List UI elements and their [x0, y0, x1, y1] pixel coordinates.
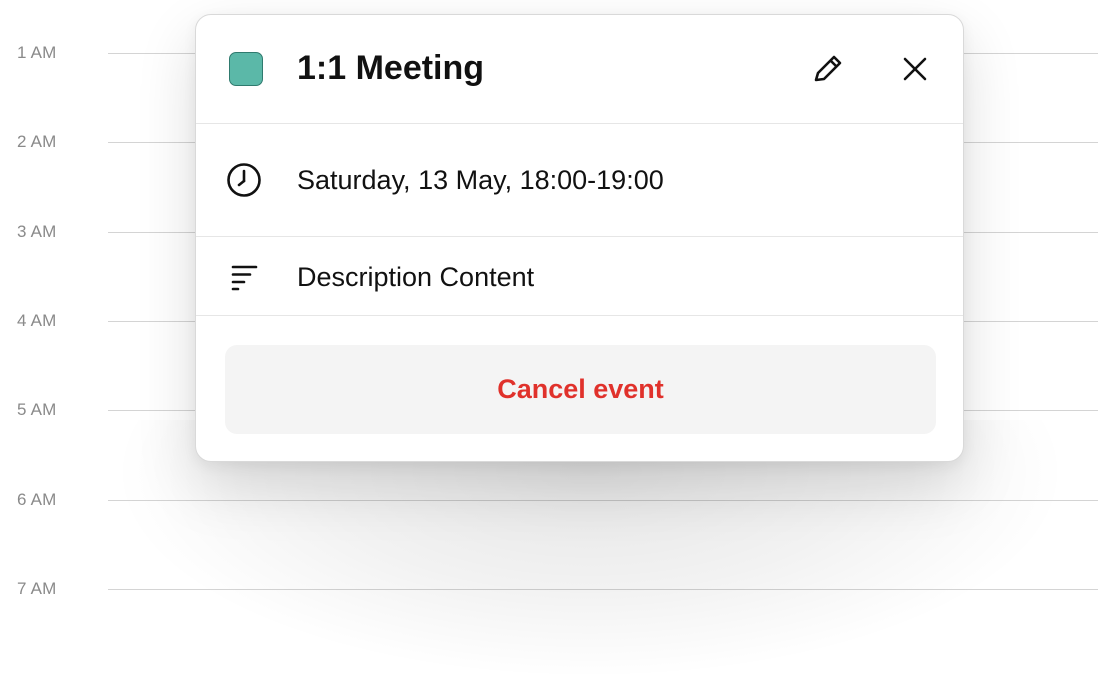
- cancel-event-button[interactable]: Cancel event: [225, 345, 936, 434]
- event-details-popup: 1:1 Meeting Saturday, 13 May, 18:00-19:0…: [195, 14, 964, 462]
- hour-gridline: [108, 589, 1098, 590]
- event-color-swatch: [229, 52, 263, 86]
- hour-label: 7 AM: [17, 579, 57, 598]
- hour-label: 2 AM: [17, 132, 57, 151]
- close-icon: [903, 57, 927, 81]
- hour-label: 4 AM: [17, 311, 57, 330]
- event-title: 1:1 Meeting: [297, 49, 485, 87]
- description-lines-icon: [226, 259, 262, 295]
- hour-gridline: [108, 500, 1098, 501]
- hour-row-7am: 7 AM: [0, 579, 1098, 599]
- hour-label: 1 AM: [17, 43, 57, 62]
- event-time-text: Saturday, 13 May, 18:00-19:00: [297, 165, 664, 195]
- hour-label: 6 AM: [17, 490, 57, 509]
- close-popup-button[interactable]: [893, 47, 937, 91]
- clock-icon: [226, 162, 262, 198]
- edit-event-button[interactable]: [806, 47, 850, 91]
- hour-row-6am: 6 AM: [0, 490, 1098, 510]
- event-description-text: Description Content: [297, 262, 535, 292]
- hour-label: 5 AM: [17, 400, 57, 419]
- pencil-icon: [814, 55, 842, 82]
- event-time-row: Saturday, 13 May, 18:00-19:00: [196, 124, 963, 237]
- event-description-row: Description Content: [196, 237, 963, 316]
- hour-label: 3 AM: [17, 222, 57, 241]
- popup-header: 1:1 Meeting: [196, 15, 963, 124]
